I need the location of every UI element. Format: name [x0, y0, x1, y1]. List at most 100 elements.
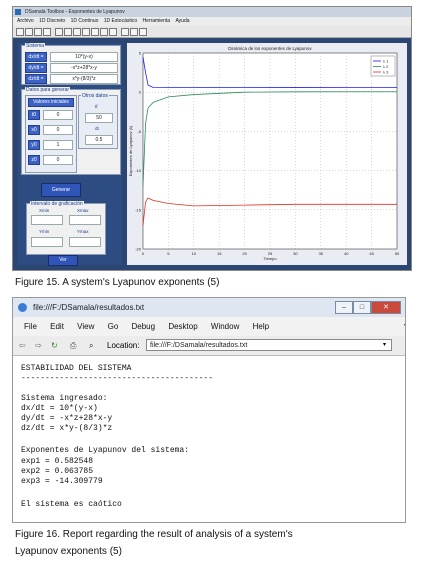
tf-label: tf	[95, 104, 98, 109]
dt-field[interactable]: 0.5	[85, 135, 113, 145]
app-title-bar: DSamala Toolbox - Exponentes de Lyapunov	[13, 7, 411, 17]
ymax-field[interactable]	[69, 237, 101, 247]
back-icon[interactable]: ⇦	[19, 336, 26, 355]
brush-icon[interactable]	[109, 28, 117, 36]
browser-window-title: file:///F:/DSamala/resultados.txt	[33, 303, 145, 312]
xmin-field[interactable]	[31, 215, 63, 225]
sistema-panel-label: Sistema	[25, 43, 46, 49]
location-input[interactable]: file:///F:/DSamala/resultados.txt	[146, 339, 392, 351]
datos-panel-label: Datos para generar	[25, 87, 71, 93]
x-tick-label: 45	[369, 251, 374, 256]
rotate-icon[interactable]	[91, 28, 99, 36]
open-file-icon[interactable]	[25, 28, 33, 36]
menu-item-1d-discreto[interactable]: 1D Discreto	[39, 18, 65, 24]
line-title: ESTABILIDAD DEL SISTEMA	[21, 364, 132, 373]
z0-field[interactable]: 0	[43, 155, 73, 165]
y-tick-label: 5	[139, 51, 142, 56]
legend-icon[interactable]	[130, 28, 138, 36]
data-cursor-icon[interactable]	[100, 28, 108, 36]
line-conclusion: El sistema es caótico	[21, 500, 122, 509]
otros-datos-group: Otros datos tf 50 dt 0.5	[78, 93, 118, 149]
valores-iniciales-group: Valores iniciales t0 0 x0 0 y0 1 z0 0	[25, 95, 77, 173]
menu-overflow-icon[interactable]: ▾	[404, 317, 405, 336]
close-button[interactable]: ✕	[371, 301, 401, 314]
pointer-icon[interactable]	[55, 28, 63, 36]
menu-item-herramienta[interactable]: Herramienta	[143, 18, 171, 24]
menu-file[interactable]: File	[24, 322, 37, 331]
xmax-label: Xmax	[77, 208, 89, 213]
menu-item-archivo[interactable]: Archivo	[17, 18, 34, 24]
y-tick-label: -20	[135, 247, 142, 252]
x0-field[interactable]: 0	[43, 125, 73, 135]
browser-title-bar: file:///F:/DSamala/resultados.txt – □ ✕	[13, 298, 405, 317]
maximize-button[interactable]: □	[353, 301, 371, 314]
menu-help[interactable]: Help	[253, 322, 269, 331]
forward-icon[interactable]: ⇨	[35, 336, 42, 355]
dz-equation-field[interactable]: x*y-(8/3)*z	[50, 74, 118, 84]
menu-item-1d-estocastico[interactable]: 1D Estocástico	[104, 18, 137, 24]
x-tick-label: 40	[344, 251, 349, 256]
x-tick-label: 10	[192, 251, 197, 256]
sistema-panel: Sistema dx/dt = 10*(y-x) dy/dt = -x*z+28…	[21, 43, 121, 85]
generar-button[interactable]: Generar	[41, 183, 81, 197]
menu-item-ayuda[interactable]: Ayuda	[175, 18, 189, 24]
menu-desktop[interactable]: Desktop	[168, 322, 197, 331]
app-window-title: DSamala Toolbox - Exponentes de Lyapunov	[25, 9, 125, 15]
x0-label: x0	[28, 125, 40, 135]
zoom-in-icon[interactable]	[64, 28, 72, 36]
app-icon	[15, 9, 21, 15]
ymin-field[interactable]	[31, 237, 63, 247]
t0-field[interactable]: 0	[43, 110, 73, 120]
menu-window[interactable]: Window	[211, 322, 239, 331]
minimize-button[interactable]: –	[335, 301, 353, 314]
line-separator: ----------------------------------------	[21, 374, 214, 383]
figure-16-caption-line2: Lyapunov exponents (5)	[15, 546, 122, 557]
print-icon[interactable]: ⎙	[70, 336, 76, 355]
lyapunov-plot-area: 0 5 10 15 20 25 30 35 40 45 50 5 0 -5 -10 -15 -20 Dinámic…	[127, 43, 407, 265]
menu-go[interactable]: Go	[108, 322, 119, 331]
datos-panel: Datos para generar Valores iniciales t0 …	[21, 87, 121, 175]
y0-field[interactable]: 1	[43, 140, 73, 150]
dz-label: dz/dt =	[25, 74, 47, 84]
line-exp3: exp3 = -14.309779	[21, 477, 103, 486]
ymin-label: Ymin	[39, 229, 50, 234]
y0-label: y0	[28, 140, 40, 150]
menu-edit[interactable]: Edit	[50, 322, 64, 331]
pan-icon[interactable]	[82, 28, 90, 36]
tf-field[interactable]: 50	[85, 113, 113, 123]
legend-label-3: λ 3	[383, 70, 389, 75]
print-icon[interactable]	[43, 28, 51, 36]
dx-equation-field[interactable]: 10*(y-x)	[50, 52, 118, 62]
find-icon[interactable]: ⌕	[89, 336, 93, 355]
dy-equation-field[interactable]: -x*z+28*x-y	[50, 63, 118, 73]
reload-icon[interactable]: ↻	[51, 336, 58, 355]
x-tick-label: 30	[293, 251, 298, 256]
line-exp1: exp1 = 0.582548	[21, 457, 94, 466]
valores-iniciales-title: Valores iniciales	[28, 98, 74, 107]
menu-debug[interactable]: Debug	[132, 322, 156, 331]
y-tick-label: -5	[137, 129, 141, 134]
colorbar-icon[interactable]	[121, 28, 129, 36]
y-tick-label: -15	[135, 207, 142, 212]
menu-view[interactable]: View	[77, 322, 94, 331]
app-toolbar	[13, 26, 411, 38]
x-tick-label: 35	[319, 251, 324, 256]
line-dz: dz/dt = x*y-(8/3)*z	[21, 424, 113, 433]
firefox-icon	[18, 303, 27, 312]
save-icon[interactable]	[34, 28, 42, 36]
menu-item-1d-continuo[interactable]: 1D Continuo	[71, 18, 99, 24]
figure-15-screenshot: DSamala Toolbox - Exponentes de Lyapunov…	[12, 6, 412, 271]
x-tick-label: 15	[217, 251, 222, 256]
new-file-icon[interactable]	[16, 28, 24, 36]
app-menu-bar: Archivo 1D Discreto 1D Continuo 1D Estoc…	[13, 17, 411, 26]
z0-label: z0	[28, 155, 40, 165]
x-tick-label: 0	[142, 251, 145, 256]
location-dropdown-icon[interactable]: ▾	[383, 336, 386, 355]
figure-15-caption: Figure 15. A system's Lyapunov exponents…	[15, 277, 220, 288]
location-label: Location:	[107, 341, 140, 350]
text-content: ESTABILIDAD DEL SISTEMA ----------------…	[13, 356, 405, 522]
xmax-field[interactable]	[69, 215, 101, 225]
ver-button[interactable]: Ver	[48, 255, 78, 266]
grid-icon[interactable]	[139, 28, 147, 36]
zoom-out-icon[interactable]	[73, 28, 81, 36]
